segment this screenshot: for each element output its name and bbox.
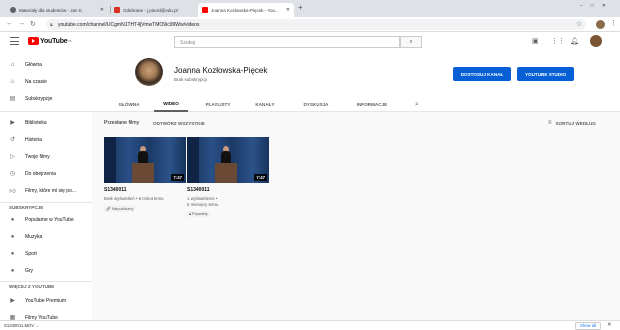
video-thumbnail[interactable]: 7:47 xyxy=(104,137,186,183)
premium-icon: ▶ xyxy=(10,298,15,304)
home-icon: ⌂ xyxy=(10,61,15,68)
podium xyxy=(215,163,237,183)
browser-tab-gmail[interactable]: Odebrane - j.pieckl@edu.pl ✕ xyxy=(110,3,208,17)
document-icon xyxy=(10,7,16,13)
video-title[interactable]: S1340011 xyxy=(104,187,127,193)
your-videos-icon: ▷ xyxy=(10,154,15,160)
hamburger-menu-icon[interactable] xyxy=(10,37,19,45)
section-title: Przesłane filmy xyxy=(104,120,140,126)
sidebar-item-history[interactable]: ↺ Historia xyxy=(0,131,92,148)
sidebar-item-your-videos[interactable]: ▷ Twoje filmy xyxy=(0,148,92,165)
youtube-studio-button[interactable]: YOUTUBE STUDIO xyxy=(517,67,574,81)
youtube-icon xyxy=(202,7,208,13)
subscriptions-heading: SUBSKRYPCJE xyxy=(9,205,44,210)
sidebar-item-sport[interactable]: ● Sport xyxy=(0,245,92,262)
sidebar-item-music[interactable]: ● Muzyka xyxy=(0,228,92,245)
browser-tab-youtube[interactable]: Joanna Kozłowska-Pięcek - You... ✕ xyxy=(198,3,294,17)
visibility-badge: 🔗︎ Niepubliczny xyxy=(104,205,136,212)
tab-channels[interactable]: KANAŁY xyxy=(248,97,282,112)
popular-icon: ● xyxy=(10,216,15,223)
customize-channel-button[interactable]: DOSTOSUJ KANAŁ xyxy=(453,67,511,81)
sidebar: ⌂ Główna ♨ Na czasie ▤ Subskrypcje ▶ Bibliot… xyxy=(0,52,92,330)
video-meta-date: 5 miesięcy temu xyxy=(187,202,219,207)
sidebar-item-home[interactable]: ⌂ Główna xyxy=(0,56,92,73)
address-bar-row: ← → ↻ 🔒︎ youtube.com/channel/UCgmN1THT4j… xyxy=(0,17,620,32)
video-title[interactable]: S1340011 xyxy=(187,187,210,193)
video-meta: Brak wyświetleń • 6 minut temu xyxy=(104,196,164,201)
subscriptions-icon: ▤ xyxy=(9,96,16,102)
close-icon[interactable]: ✕ xyxy=(607,322,612,328)
tab-about[interactable]: INFORMACJE xyxy=(350,97,394,112)
link-icon: 🔗︎ xyxy=(106,207,111,211)
browser-menu-icon[interactable]: ⋮ xyxy=(610,19,617,27)
window-controls[interactable]: –□✕ xyxy=(580,3,614,9)
close-icon[interactable]: ✕ xyxy=(286,7,290,13)
sidebar-item-liked[interactable]: 👍︎ Filmy, które mi się po... xyxy=(0,182,92,199)
divider xyxy=(0,202,92,203)
subscriber-count: Brak subskrypcji xyxy=(174,77,207,82)
apps-grid-icon[interactable]: ⋮⋮ xyxy=(551,37,565,45)
watch-later-icon: ◷ xyxy=(9,171,16,177)
browser-tab-strip: Materiały dla studentów - Jan K. ✕ Odebr… xyxy=(0,0,620,17)
sidebar-item-subscriptions[interactable]: ▤ Subskrypcje xyxy=(0,90,92,107)
search-button[interactable]: ⌕ xyxy=(400,36,422,48)
notifications-bell-icon[interactable]: 🔔︎ xyxy=(570,37,579,45)
music-icon: ● xyxy=(10,233,15,240)
youtube-logo[interactable]: YouTube PL xyxy=(28,37,72,45)
visibility-badge: 🔒︎ Prywatny xyxy=(187,211,210,217)
gmail-icon xyxy=(114,7,120,13)
games-icon: ● xyxy=(10,267,15,274)
sidebar-item-games[interactable]: ● Gry xyxy=(0,262,92,279)
show-all-downloads-button[interactable]: Show all xyxy=(575,322,601,330)
trending-icon: ♨ xyxy=(9,79,16,85)
library-icon: ▶ xyxy=(10,120,15,126)
duration-badge: 7:47 xyxy=(171,174,184,181)
channel-tabs: GŁÓWNA WIDEO PLAYLISTY KANAŁY DYSKUSJA I… xyxy=(92,97,620,112)
search-input[interactable]: Szukaj xyxy=(174,36,400,48)
channel-search-icon[interactable]: ⌕ xyxy=(410,97,424,112)
podium xyxy=(132,163,154,183)
youtube-header: YouTube PL Szukaj ⌕ ▣ ⋮⋮ 🔔︎ xyxy=(0,32,620,52)
browser-tab-materialy[interactable]: Materiały dla studentów - Jan K. ✕ xyxy=(6,3,108,17)
lock-icon: 🔒︎ xyxy=(189,212,192,216)
tab-playlists[interactable]: PLAYLISTY xyxy=(198,97,238,112)
divider xyxy=(0,111,92,112)
url-field[interactable]: 🔒︎ youtube.com/channel/UCgmN1THT4jVmwTMO… xyxy=(46,19,586,30)
sort-by-button[interactable]: ≡ SORTUJ WEDŁUG xyxy=(548,120,596,126)
video-thumbnail[interactable]: 7:47 xyxy=(187,137,269,183)
sidebar-item-trending[interactable]: ♨ Na czasie xyxy=(0,73,92,90)
create-video-icon[interactable]: ▣ xyxy=(532,37,539,45)
close-icon[interactable]: ✕ xyxy=(100,7,104,13)
divider xyxy=(0,281,92,282)
youtube-play-icon xyxy=(28,37,39,45)
new-tab-button[interactable]: + xyxy=(298,3,303,12)
tab-discussion[interactable]: DYSKUSJA xyxy=(296,97,336,112)
tab-videos[interactable]: WIDEO xyxy=(154,97,188,112)
search-icon: ⌕ xyxy=(409,39,413,45)
channel-avatar xyxy=(135,58,163,86)
profile-avatar[interactable] xyxy=(596,20,605,29)
play-all-button[interactable]: ODTWÓRZ WSZYSTKIE xyxy=(153,121,205,126)
sidebar-item-premium[interactable]: ▶ YouTube Premium xyxy=(0,292,92,309)
sort-icon: ≡ xyxy=(548,120,552,126)
channel-header: Joanna Kozłowska-Pięcek Brak subskrypcji… xyxy=(92,52,620,112)
tab-home[interactable]: GŁÓWNA xyxy=(112,97,146,112)
lock-icon: 🔒︎ xyxy=(50,21,53,28)
sidebar-item-library[interactable]: ▶ Biblioteka xyxy=(0,114,92,131)
sidebar-item-popular[interactable]: ● Popularne w YouTube xyxy=(0,211,92,228)
duration-badge: 7:47 xyxy=(254,174,267,181)
download-bar: S1340011.MOV ... Show all ✕ xyxy=(0,320,620,330)
forward-icon[interactable]: → xyxy=(18,20,25,27)
reload-icon[interactable]: ↻ xyxy=(30,20,36,28)
history-icon: ↺ xyxy=(9,137,16,143)
sidebar-item-watch-later[interactable]: ◷ Do obejrzenia xyxy=(0,165,92,182)
channel-name: Joanna Kozłowska-Pięcek xyxy=(174,66,268,75)
liked-icon: 👍︎ xyxy=(9,188,16,195)
sport-icon: ● xyxy=(10,250,15,257)
more-from-youtube-heading: WIĘCEJ Z YOUTUBE xyxy=(9,284,55,289)
bookmark-star-icon[interactable]: ☆ xyxy=(576,20,582,28)
download-item[interactable]: S1340011.MOV ... xyxy=(4,323,39,328)
back-icon[interactable]: ← xyxy=(6,20,13,27)
account-avatar[interactable] xyxy=(590,35,602,47)
